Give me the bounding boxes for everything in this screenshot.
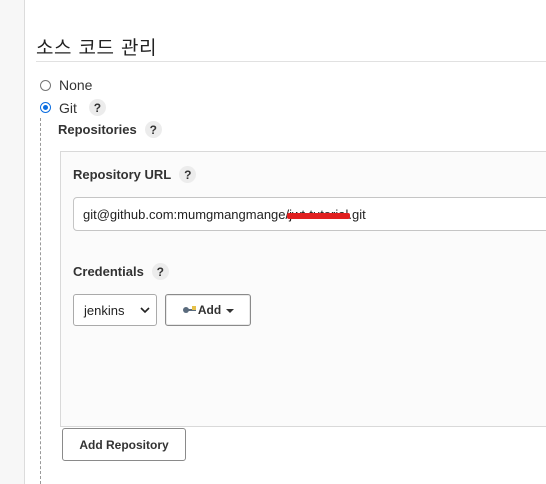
scm-option-git[interactable]: Git ? bbox=[40, 99, 106, 116]
add-label: Add bbox=[197, 303, 222, 317]
caret-down-icon bbox=[226, 308, 235, 313]
chevron-down-icon bbox=[140, 307, 150, 314]
repository-url-input[interactable]: git@github.com:mumgmangmange/jwt-tutoria… bbox=[73, 197, 546, 231]
repositories-label: Repositories bbox=[58, 122, 137, 137]
add-repository-button[interactable]: Add Repository bbox=[62, 428, 186, 461]
credentials-header: Credentials ? bbox=[73, 263, 169, 280]
repository-panel bbox=[60, 151, 546, 427]
repositories-help-icon[interactable]: ? bbox=[144, 121, 162, 138]
radio-none[interactable] bbox=[40, 79, 51, 91]
repository-url-label: Repository URL bbox=[73, 167, 172, 182]
repository-url-help-icon[interactable]: ? bbox=[179, 166, 197, 183]
url-redacted-part: jwt-tutorial bbox=[287, 206, 351, 222]
radio-git[interactable] bbox=[40, 102, 51, 113]
git-help-icon[interactable]: ? bbox=[88, 99, 106, 116]
section-title: 소스 코드 관리 bbox=[36, 37, 157, 59]
url-suffix: .git bbox=[348, 206, 366, 222]
radio-none-label: None bbox=[59, 77, 93, 93]
add-credentials-button[interactable]: Add bbox=[165, 294, 251, 326]
credentials-label: Credentials bbox=[73, 264, 144, 279]
repositories-header: Repositories ? bbox=[58, 121, 162, 138]
credentials-selected-value: jenkins bbox=[84, 302, 125, 318]
credentials-help-icon[interactable]: ? bbox=[151, 263, 169, 280]
key-icon bbox=[182, 306, 196, 313]
section-divider bbox=[36, 61, 546, 62]
scm-option-none[interactable]: None bbox=[40, 77, 92, 93]
radio-git-label: Git bbox=[59, 99, 77, 116]
git-section-border bbox=[40, 118, 41, 484]
url-prefix: git@github.com:mumgmangmange/ bbox=[83, 206, 290, 222]
credentials-select[interactable]: jenkins bbox=[73, 294, 157, 326]
left-side-panel bbox=[0, 0, 25, 484]
repository-url-header: Repository URL ? bbox=[73, 166, 197, 183]
